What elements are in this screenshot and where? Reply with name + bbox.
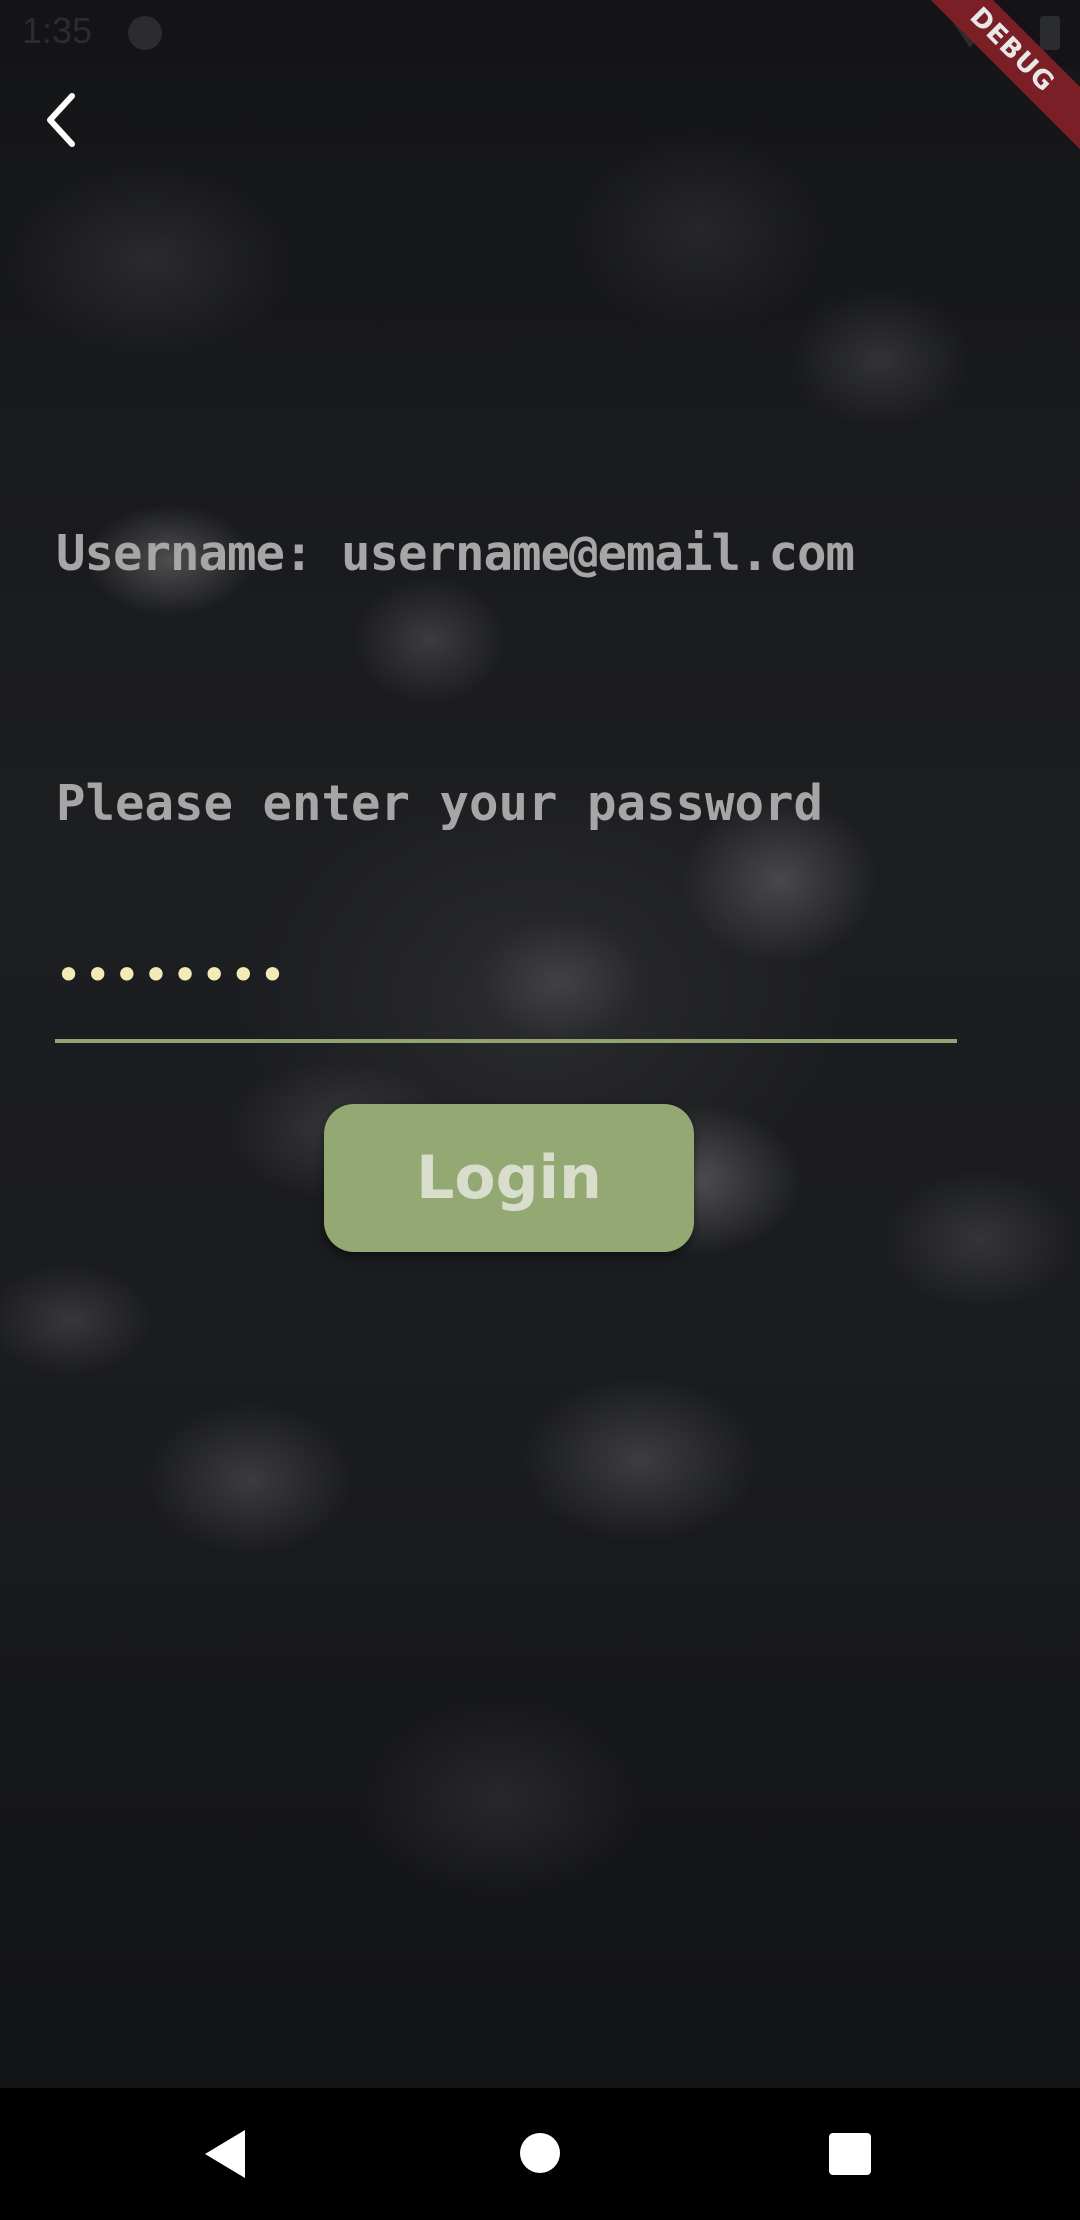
login-screen: 1:35 DEBUG Username: username@email.com …: [0, 0, 1080, 2220]
nav-recents-icon[interactable]: [829, 2133, 871, 2175]
back-button[interactable]: [30, 84, 100, 154]
password-value[interactable]: ••••••••: [55, 945, 288, 1005]
password-underline: [55, 1039, 957, 1043]
chevron-left-icon: [47, 93, 75, 147]
status-bar: 1:35: [0, 0, 1080, 66]
login-button[interactable]: Login: [324, 1104, 694, 1252]
status-time: 1:35: [22, 10, 93, 51]
navigation-bar: [0, 2088, 1080, 2220]
nav-back-icon[interactable]: [205, 2130, 245, 2178]
nav-home-icon[interactable]: [520, 2133, 560, 2173]
battery-icon: [1040, 16, 1060, 50]
password-prompt: Please enter your password: [56, 775, 824, 832]
password-field[interactable]: ••••••••: [55, 935, 957, 1045]
username-label: Username: username@email.com: [56, 525, 855, 582]
status-app-icon: [128, 16, 162, 50]
